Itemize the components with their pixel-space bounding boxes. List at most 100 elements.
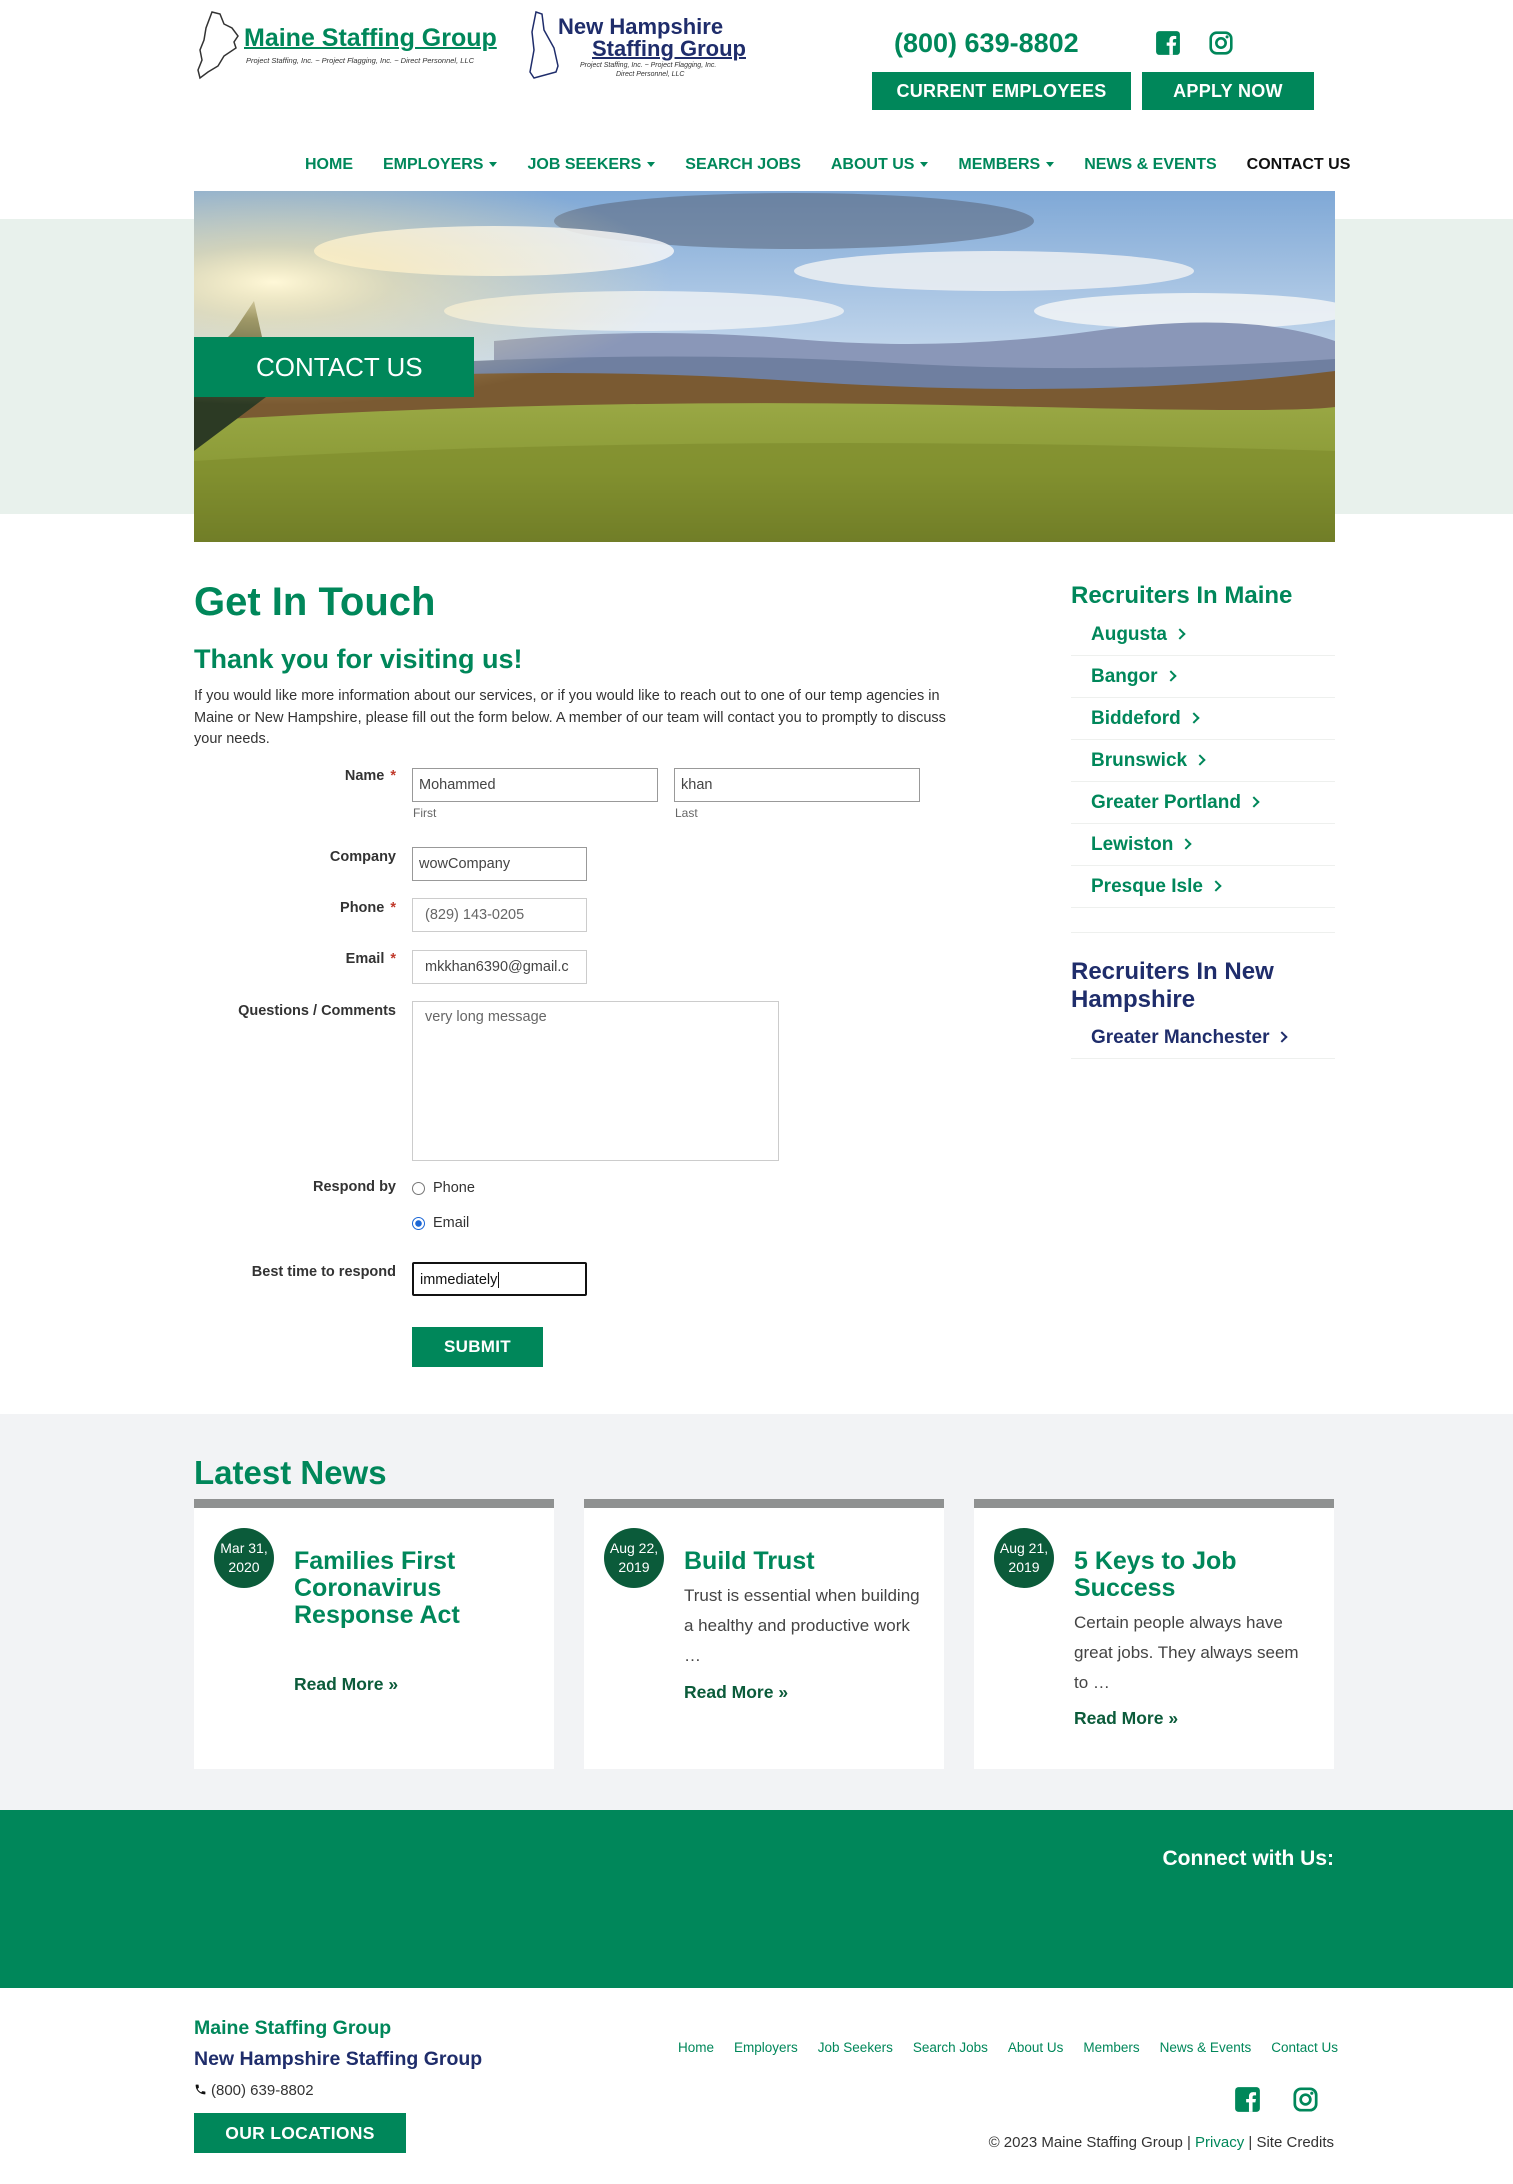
required-mark: * xyxy=(390,951,396,967)
footer-nh-link[interactable]: New Hampshire Staffing Group xyxy=(194,2048,482,2071)
respond-phone-label: Phone xyxy=(433,1180,475,1196)
last-name-field[interactable]: khan xyxy=(674,768,920,802)
chevron-right-icon xyxy=(1164,670,1177,682)
sidebar-item-greater-manchester[interactable]: Greater Manchester xyxy=(1071,1017,1335,1059)
sidebar-item-presque-isle[interactable]: Presque Isle xyxy=(1071,866,1335,908)
sidebar-item-bangor[interactable]: Bangor xyxy=(1071,656,1335,698)
nav-about-us-label: ABOUT US xyxy=(830,156,915,173)
hero-title: CONTACT US xyxy=(194,337,474,397)
sidebar-item-greater-portland[interactable]: Greater Portland xyxy=(1071,782,1335,824)
chevron-right-icon xyxy=(1180,838,1193,850)
nh-staffing-logo[interactable]: New Hampshire Staffing Group Project Sta… xyxy=(528,10,758,82)
nav-job-seekers[interactable]: JOB SEEKERS xyxy=(512,156,670,174)
caret-down-icon xyxy=(647,162,656,168)
footer-link-contact-us[interactable]: Contact Us xyxy=(1271,2040,1338,2055)
news-card-title[interactable]: 5 Keys to Job Success xyxy=(1074,1548,1314,1602)
best-time-value: immediately xyxy=(420,1272,498,1288)
nav-news-events[interactable]: NEWS & EVENTS xyxy=(1069,156,1231,174)
chevron-right-icon xyxy=(1174,628,1186,640)
phone-label-text: Phone xyxy=(340,900,385,916)
sidebar-item-label: Lewiston xyxy=(1091,834,1174,855)
footer-link-home[interactable]: Home xyxy=(678,2040,714,2055)
privacy-link[interactable]: Privacy xyxy=(1195,2134,1244,2151)
footer-phone-number: (800) 639-8802 xyxy=(211,2082,314,2099)
submit-button[interactable]: SUBMIT xyxy=(412,1327,543,1367)
our-locations-button[interactable]: OUR LOCATIONS xyxy=(194,2113,406,2153)
footer-link-news-events[interactable]: News & Events xyxy=(1160,2040,1252,2055)
sidebar-item-brunswick[interactable]: Brunswick xyxy=(1071,740,1335,782)
current-employees-button[interactable]: CURRENT EMPLOYEES xyxy=(872,72,1131,110)
connect-band xyxy=(0,1810,1513,1988)
page-title: Get In Touch xyxy=(194,580,436,624)
read-more-link[interactable]: Read More » xyxy=(294,1674,398,1695)
facebook-icon[interactable] xyxy=(1234,2086,1261,2113)
news-card-title[interactable]: Build Trust xyxy=(684,1548,924,1575)
read-more-link[interactable]: Read More » xyxy=(684,1682,788,1703)
best-time-field[interactable]: immediately xyxy=(412,1262,587,1296)
nav-members-label: MEMBERS xyxy=(958,156,1041,173)
first-name-field[interactable]: Mohammed xyxy=(412,768,658,802)
news-date-badge: Mar 31, 2020 xyxy=(214,1528,274,1588)
maine-logo-title: Maine Staffing Group xyxy=(244,24,497,52)
chevron-right-icon xyxy=(1194,754,1206,766)
footer-maine-link[interactable]: Maine Staffing Group xyxy=(194,2017,391,2040)
sidebar-item-lewiston[interactable]: Lewiston xyxy=(1071,824,1335,866)
nav-home[interactable]: HOME xyxy=(290,156,368,174)
nav-members[interactable]: MEMBERS xyxy=(943,156,1069,174)
news-date-year: 2019 xyxy=(1008,1559,1040,1575)
footer-nav: Home Employers Job Seekers Search Jobs A… xyxy=(678,2040,1338,2055)
respond-phone-radio[interactable] xyxy=(412,1182,425,1195)
sidebar-item-label: Bangor xyxy=(1091,666,1158,687)
comments-textarea[interactable]: very long message xyxy=(412,1001,779,1161)
news-date-badge: Aug 22, 2019 xyxy=(604,1528,664,1588)
nav-employers[interactable]: EMPLOYERS xyxy=(368,156,512,174)
sidebar-item-augusta[interactable]: Augusta xyxy=(1071,614,1335,656)
phone-field[interactable]: (829) 143-0205 xyxy=(412,898,587,932)
footer-link-about-us[interactable]: About Us xyxy=(1008,2040,1064,2055)
caret-down-icon xyxy=(489,162,498,168)
instagram-icon[interactable] xyxy=(1208,30,1234,56)
maine-recruiters-heading: Recruiters In Maine xyxy=(1071,582,1293,609)
sidebar-item-biddeford[interactable]: Biddeford xyxy=(1071,698,1335,740)
sidebar-item-label: Presque Isle xyxy=(1091,876,1203,897)
nav-contact-us[interactable]: CONTACT US xyxy=(1232,156,1366,174)
first-name-sublabel: First xyxy=(413,806,437,820)
footer-link-members[interactable]: Members xyxy=(1083,2040,1139,2055)
site-credits-link[interactable]: | Site Credits xyxy=(1248,2134,1334,2151)
read-more-link[interactable]: Read More » xyxy=(1074,1708,1178,1729)
footer-link-employers[interactable]: Employers xyxy=(734,2040,798,2055)
news-card: Mar 31, 2020 Families First Coronavirus R… xyxy=(194,1499,554,1769)
sidebar-item-label: Greater Manchester xyxy=(1091,1027,1270,1048)
company-field[interactable]: wowCompany xyxy=(412,847,587,881)
respond-email-radio[interactable] xyxy=(412,1217,425,1230)
apply-now-button[interactable]: APPLY NOW xyxy=(1142,72,1314,110)
chevron-right-icon xyxy=(1276,1031,1289,1043)
footer-phone[interactable]: (800) 639-8802 xyxy=(194,2082,314,2099)
instagram-icon[interactable] xyxy=(1292,2086,1319,2113)
respond-email-label: Email xyxy=(433,1215,470,1231)
maine-logo-subtitle: Project Staffing, Inc. ~ Project Flaggin… xyxy=(246,56,475,65)
header-phone-link[interactable]: (800) 639-8802 xyxy=(894,28,1079,59)
chevron-right-icon xyxy=(1188,712,1200,724)
news-date-day: Aug 22, xyxy=(609,1540,659,1556)
news-card-title[interactable]: Families First Coronavirus Response Act xyxy=(294,1548,534,1629)
footer-link-job-seekers[interactable]: Job Seekers xyxy=(818,2040,893,2055)
page-subtitle: Thank you for visiting us! xyxy=(194,644,523,674)
required-mark: * xyxy=(390,768,396,784)
sidebar-item-label: Brunswick xyxy=(1091,750,1188,771)
news-date-day: Aug 21, xyxy=(999,1540,1049,1556)
phone-icon xyxy=(195,2084,206,2095)
news-heading: Latest News xyxy=(194,1454,387,1491)
best-time-label: Best time to respond xyxy=(251,1264,396,1280)
email-field[interactable]: mkkhan6390@gmail.c xyxy=(412,950,587,984)
news-card: Aug 22, 2019 Build Trust Trust is essenti… xyxy=(584,1499,944,1769)
facebook-icon[interactable] xyxy=(1155,30,1181,56)
nh-logo-title-2: Staffing Group xyxy=(592,36,746,61)
maine-staffing-logo[interactable]: Maine Staffing Group Project Staffing, I… xyxy=(194,10,504,82)
news-card-excerpt: Certain people always have great jobs. T… xyxy=(1074,1613,1299,1692)
nav-search-jobs[interactable]: SEARCH JOBS xyxy=(670,156,816,174)
nav-search-jobs-label: SEARCH JOBS xyxy=(685,156,801,173)
nav-about-us[interactable]: ABOUT US xyxy=(816,156,944,174)
main-nav: HOME EMPLOYERS JOB SEEKERS SEARCH JOBS A… xyxy=(290,156,1365,174)
footer-link-search-jobs[interactable]: Search Jobs xyxy=(913,2040,988,2055)
